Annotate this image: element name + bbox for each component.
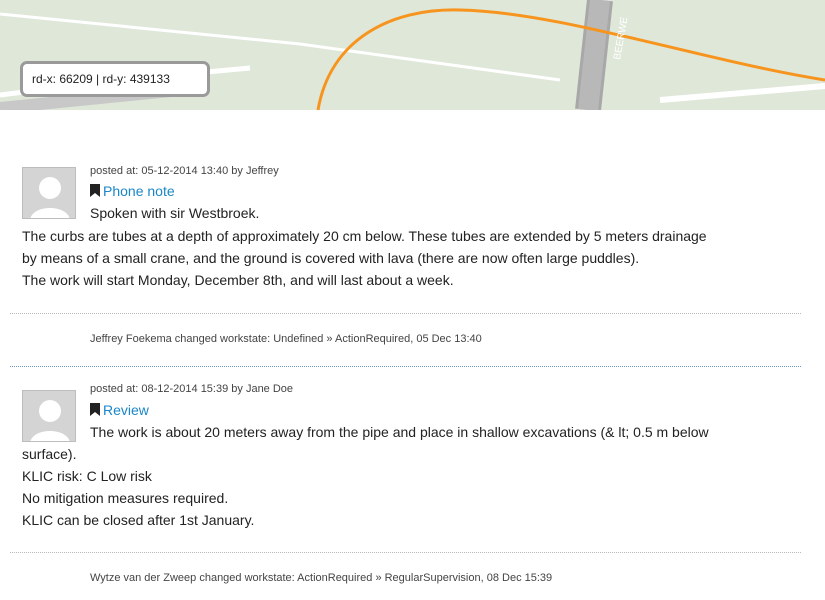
workstate-change: Wytze van der Zweep changed workstate: A… [90, 572, 553, 584]
note-type-link[interactable]: Phone note [90, 183, 175, 199]
post-text-line: Spoken with sir Westbroek. [90, 205, 260, 221]
map-view[interactable]: BEERWE rd-x: 66209 | rd-y: 439133 [0, 0, 825, 110]
bookmark-icon [90, 403, 100, 416]
post-meta: posted at: 05-12-2014 13:40 by Jeffrey [90, 165, 279, 177]
workstate-change: Jeffrey Foekema changed workstate: Undef… [90, 333, 482, 345]
note-type-label: Phone note [103, 183, 175, 199]
post-text-line: KLIC can be closed after 1st January. [22, 512, 255, 528]
note-type-label: Review [103, 402, 149, 418]
post-text-line: surface). [22, 446, 77, 462]
avatar-placeholder-icon [23, 168, 75, 218]
post-text-line: The curbs are tubes at a depth of approx… [22, 228, 707, 244]
avatar [22, 390, 76, 442]
post-text-line: The work is about 20 meters away from th… [90, 424, 709, 440]
coordinate-readout: rd-x: 66209 | rd-y: 439133 [20, 61, 210, 97]
note-type-link[interactable]: Review [90, 402, 149, 418]
divider [10, 313, 801, 314]
post-text-line: The work will start Monday, December 8th… [22, 272, 454, 288]
post-text-line: No mitigation measures required. [22, 490, 229, 506]
avatar [22, 167, 76, 219]
post-meta: posted at: 08-12-2014 15:39 by Jane Doe [90, 383, 294, 395]
post-text-line: by means of a small crane, and the groun… [22, 250, 640, 266]
divider [10, 366, 801, 367]
avatar-placeholder-icon [23, 391, 75, 441]
post-text-line: KLIC risk: C Low risk [22, 468, 152, 484]
bookmark-icon [90, 184, 100, 197]
divider [10, 552, 801, 553]
